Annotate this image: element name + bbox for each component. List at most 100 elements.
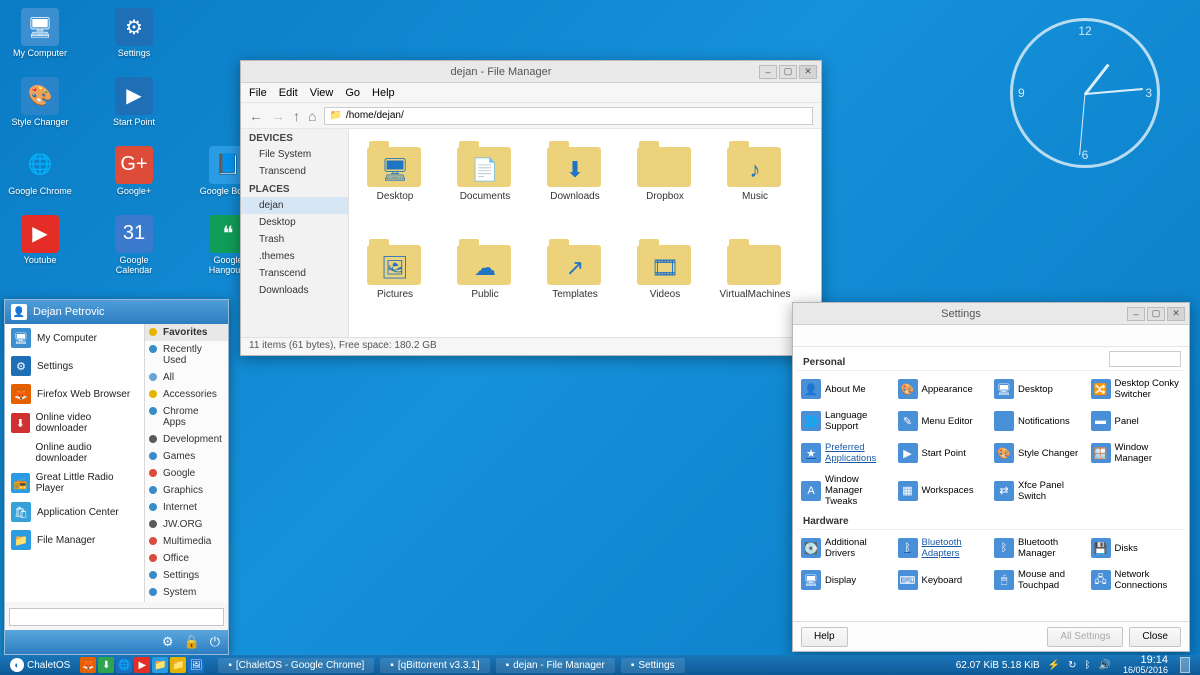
path-bar[interactable]: 📁 /home/dejan/	[324, 107, 813, 125]
place-trash[interactable]: Trash	[241, 231, 348, 248]
quicklaunch-6[interactable]: 🖼	[188, 657, 204, 673]
task--qbittorrent-v3-3-1-[interactable]: ▪[qBittorrent v3.3.1]	[380, 658, 489, 673]
settings-item-notifications[interactable]: Notifications	[992, 407, 1087, 435]
startmenu-cat-games[interactable]: Games	[145, 448, 228, 465]
folder-dropbox[interactable]: Dropbox	[625, 139, 705, 233]
startmenu-fav-application-center[interactable]: 🛍Application Center	[5, 498, 144, 526]
settings-item-panel[interactable]: ▬Panel	[1089, 407, 1184, 435]
device-file-system[interactable]: File System	[241, 146, 348, 163]
desktop-icon-start-point[interactable]: ▶Start Point	[102, 77, 166, 128]
help-button[interactable]: Help	[801, 627, 848, 647]
home-button[interactable]: ⌂	[308, 108, 316, 124]
power-icon[interactable]: ⏻	[210, 634, 220, 650]
device-transcend[interactable]: Transcend	[241, 163, 348, 180]
show-desktop-button[interactable]	[1180, 657, 1190, 673]
minimize-button[interactable]: –	[1127, 307, 1145, 321]
lock-icon[interactable]: 🔒	[184, 634, 200, 650]
close-settings-button[interactable]: Close	[1129, 627, 1181, 647]
startmenu-cat-internet[interactable]: Internet	[145, 499, 228, 516]
menu-go[interactable]: Go	[345, 87, 360, 99]
startmenu-cat-all[interactable]: All	[145, 369, 228, 386]
volume-icon[interactable]: 🔊	[1099, 660, 1111, 671]
taskbar-clock[interactable]: 19:14 16/05/2016	[1119, 655, 1172, 675]
desktop-icon-youtube[interactable]: ▶Youtube	[8, 215, 72, 276]
quicklaunch-1[interactable]: ⬇	[98, 657, 114, 673]
settings-item-window-manager[interactable]: 🪟Window Manager	[1089, 439, 1184, 467]
startmenu-fav-firefox-web-browser[interactable]: 🦊Firefox Web Browser	[5, 380, 144, 408]
startmenu-cat-multimedia[interactable]: Multimedia	[145, 533, 228, 550]
desktop-icon-google-[interactable]: G+Google+	[102, 146, 166, 197]
task-dejan-file-manager[interactable]: ▪dejan - File Manager	[496, 658, 615, 673]
quicklaunch-2[interactable]: 🌐	[116, 657, 132, 673]
startmenu-cat-recently-used[interactable]: Recently Used	[145, 341, 228, 369]
battery-icon[interactable]: ⚡	[1048, 660, 1060, 671]
start-button[interactable]: ◐ ChaletOS	[4, 658, 76, 672]
settings-item-keyboard[interactable]: ⌨Keyboard	[896, 566, 991, 594]
folder-templates[interactable]: ↗Templates	[535, 237, 615, 331]
place-desktop[interactable]: Desktop	[241, 214, 348, 231]
folder-desktop[interactable]: 🖥Desktop	[355, 139, 435, 233]
settings-item-additional-drivers[interactable]: 💽Additional Drivers	[799, 534, 894, 562]
minimize-button[interactable]: –	[759, 65, 777, 79]
startmenu-fav-file-manager[interactable]: 📁File Manager	[5, 526, 144, 554]
settings-item-bluetooth-manager[interactable]: ᛒBluetooth Manager	[992, 534, 1087, 562]
desktop-icon-google-chrome[interactable]: 🌐Google Chrome	[8, 146, 72, 197]
settings-item-bluetooth-adapters[interactable]: ᛒBluetooth Adapters	[896, 534, 991, 562]
desktop-icon-google-calendar[interactable]: 31Google Calendar	[102, 215, 166, 276]
startmenu-fav-online-audio-downloader[interactable]: ⬇Online audio downloader	[5, 438, 144, 468]
quicklaunch-4[interactable]: 📁	[152, 657, 168, 673]
settings-body[interactable]: Personal👤About Me🎨Appearance🖥Desktop🔀Des…	[793, 347, 1189, 621]
place--themes[interactable]: .themes	[241, 248, 348, 265]
close-button[interactable]: ✕	[1167, 307, 1185, 321]
menu-view[interactable]: View	[310, 87, 334, 99]
place-downloads[interactable]: Downloads	[241, 282, 348, 299]
close-button[interactable]: ✕	[799, 65, 817, 79]
startmenu-fav-great-little-radio-player[interactable]: 📻Great Little Radio Player	[5, 468, 144, 498]
desktop-icon-style-changer[interactable]: 🎨Style Changer	[8, 77, 72, 128]
bluetooth-icon[interactable]: ᛒ	[1085, 660, 1091, 671]
folder-documents[interactable]: 📄Documents	[445, 139, 525, 233]
settings-item-network-connections[interactable]: 🖧Network Connections	[1089, 566, 1184, 594]
folder-downloads[interactable]: ⬇Downloads	[535, 139, 615, 233]
startmenu-cat-jw-org[interactable]: JW.ORG	[145, 516, 228, 533]
settings-search-input[interactable]	[1109, 351, 1181, 367]
desktop-icon-my-computer[interactable]: 🖥My Computer	[8, 8, 72, 59]
menu-file[interactable]: File	[249, 87, 267, 99]
settings-item-about-me[interactable]: 👤About Me	[799, 375, 894, 403]
startmenu-cat-google[interactable]: Google	[145, 465, 228, 482]
startmenu-fav-settings[interactable]: ⚙Settings	[5, 352, 144, 380]
settings-item-menu-editor[interactable]: ✎Menu Editor	[896, 407, 991, 435]
startmenu-fav-my-computer[interactable]: 🖥My Computer	[5, 324, 144, 352]
file-manager-iconview[interactable]: 🖥Desktop📄Documents⬇DownloadsDropbox♪Musi…	[349, 129, 821, 337]
maximize-button[interactable]: ▢	[1147, 307, 1165, 321]
quicklaunch-5[interactable]: 📁	[170, 657, 186, 673]
folder-pictures[interactable]: 🖼Pictures	[355, 237, 435, 331]
settings-item-desktop-conky-switcher[interactable]: 🔀Desktop Conky Switcher	[1089, 375, 1184, 403]
place-transcend[interactable]: Transcend	[241, 265, 348, 282]
task-settings[interactable]: ▪Settings	[621, 658, 685, 673]
desktop-icon-settings[interactable]: ⚙Settings	[102, 8, 166, 59]
settings-item-xfce-panel-switch[interactable]: ⇄Xfce Panel Switch	[992, 471, 1087, 510]
forward-button[interactable]: →	[271, 108, 285, 124]
settings-titlebar[interactable]: Settings – ▢ ✕	[793, 303, 1189, 325]
settings-item-appearance[interactable]: 🎨Appearance	[896, 375, 991, 403]
place-dejan[interactable]: dejan	[241, 197, 348, 214]
file-manager-titlebar[interactable]: dejan - File Manager – ▢ ✕	[241, 61, 821, 83]
folder-public[interactable]: ☁Public	[445, 237, 525, 331]
startmenu-cat-favorites[interactable]: Favorites	[145, 324, 228, 341]
folder-music[interactable]: ♪Music	[715, 139, 795, 233]
maximize-button[interactable]: ▢	[779, 65, 797, 79]
startmenu-cat-system[interactable]: System	[145, 584, 228, 601]
quicklaunch-3[interactable]: ▶	[134, 657, 150, 673]
startmenu-cat-graphics[interactable]: Graphics	[145, 482, 228, 499]
settings-item-style-changer[interactable]: 🎨Style Changer	[992, 439, 1087, 467]
settings-item-start-point[interactable]: ▶Start Point	[896, 439, 991, 467]
updates-icon[interactable]: ↻	[1068, 660, 1076, 671]
start-menu-search-input[interactable]	[9, 608, 224, 626]
settings-item-display[interactable]: 🖥Display	[799, 566, 894, 594]
back-button[interactable]: ←	[249, 108, 263, 124]
settings-item-mouse-and-touchpad[interactable]: 🖱Mouse and Touchpad	[992, 566, 1087, 594]
startmenu-cat-settings[interactable]: Settings	[145, 567, 228, 584]
folder-virtualmachines[interactable]: VirtualMachines	[715, 237, 795, 331]
menu-help[interactable]: Help	[372, 87, 395, 99]
